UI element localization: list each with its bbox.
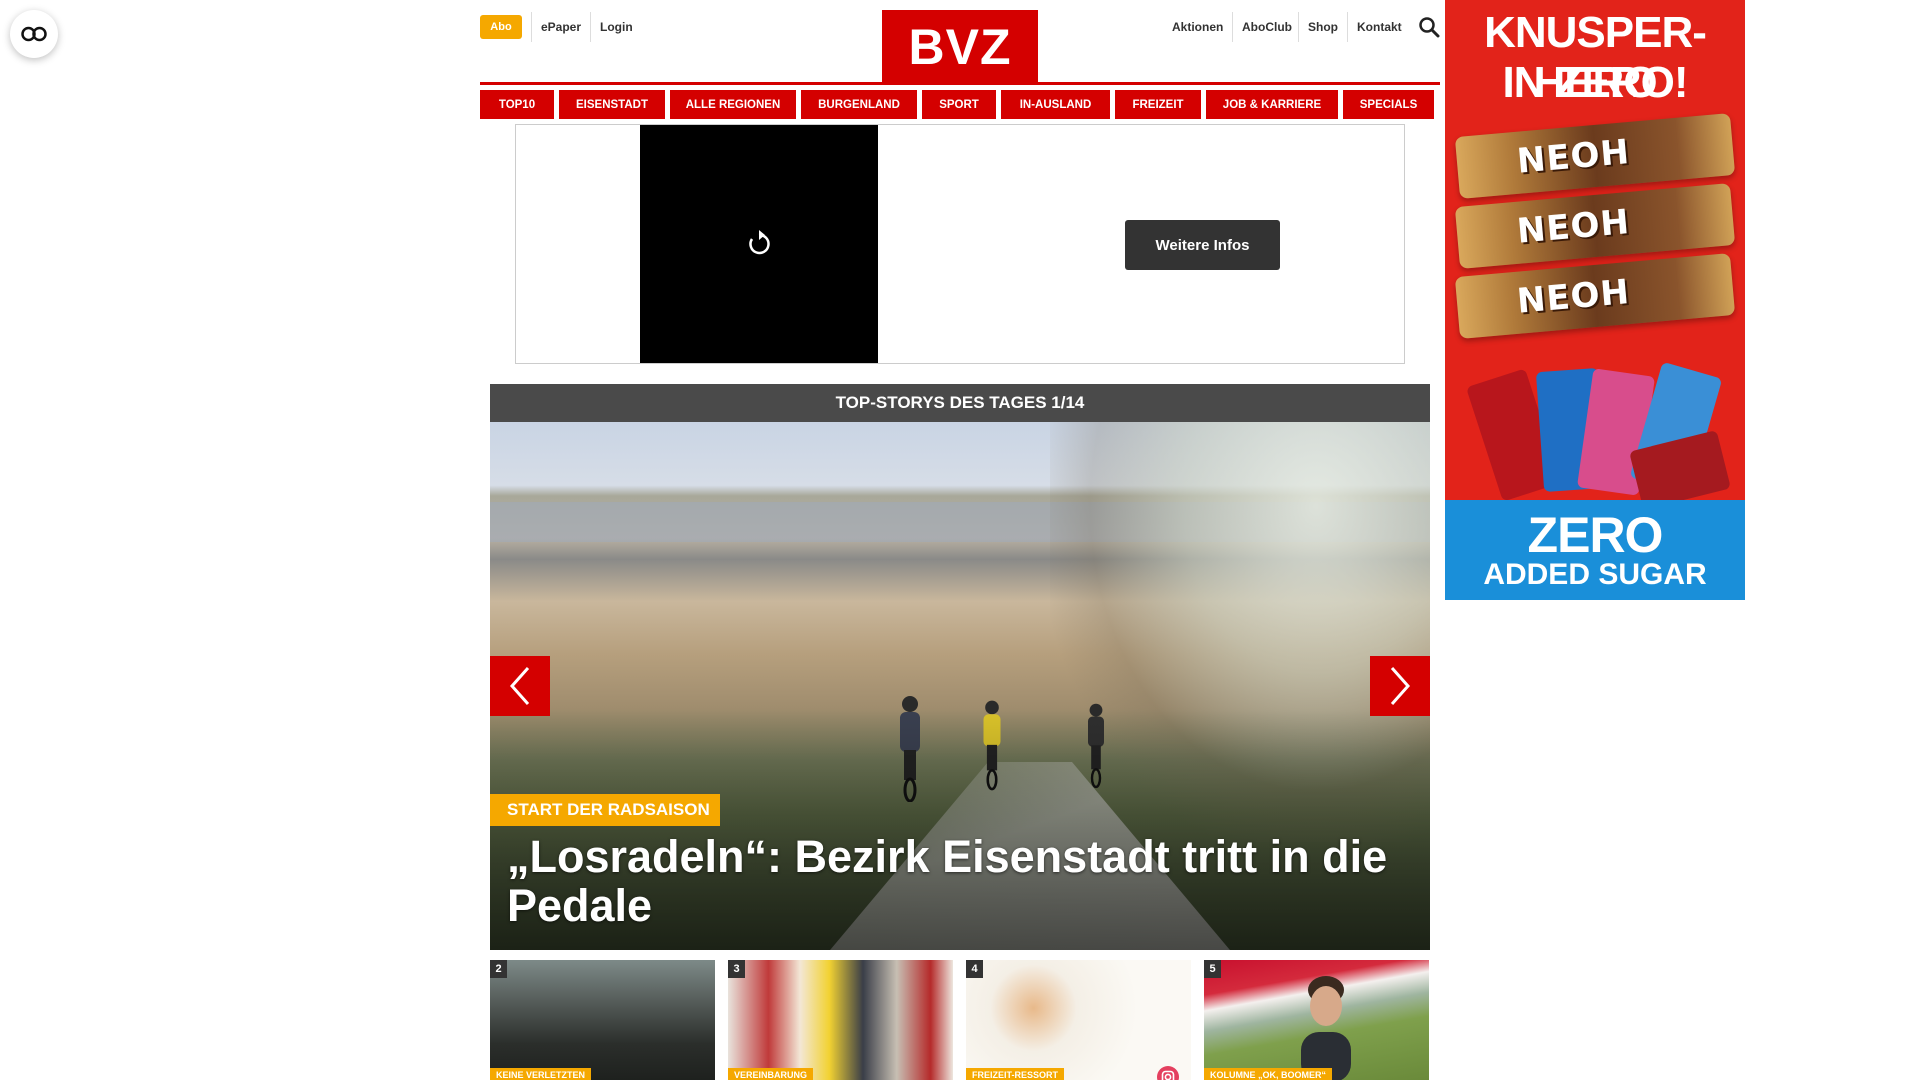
chevron-right-icon <box>1390 667 1411 705</box>
story-tag: KEINE VERLETZTEN <box>490 1068 592 1080</box>
login-link[interactable]: Login <box>600 15 633 39</box>
story-thumbnail[interactable]: 3 VEREINBARUNG <box>728 960 953 1080</box>
nav-item-in-ausland[interactable]: IN-AUSLAND <box>1001 90 1110 119</box>
accessibility-button[interactable] <box>10 10 58 58</box>
divider <box>1232 12 1233 42</box>
ad-product-name: NEOH <box>1515 272 1632 322</box>
ad-product-bar: NEOH <box>1454 253 1736 339</box>
story-thumbnail[interactable]: 2 KEINE VERLETZTEN <box>490 960 715 1080</box>
search-icon <box>1419 17 1440 38</box>
nav-item-top10[interactable]: TOP10 <box>480 90 554 119</box>
person-portrait <box>1301 976 1351 1080</box>
hero-kicker: START DER RADSAISON <box>490 794 720 826</box>
ad-headline: IN ZERO! <box>1502 58 1688 107</box>
story-number: 3 <box>728 960 745 978</box>
kontakt-link[interactable]: Kontakt <box>1357 15 1402 39</box>
hero-story[interactable]: START DER RADSAISON „Losradeln“: Bezirk … <box>490 422 1430 950</box>
story-tag: VEREINBARUNG <box>728 1068 814 1080</box>
hero-headline[interactable]: „Losradeln“: Bezirk Eisenstadt tritt in … <box>507 832 1407 930</box>
ad-product-name: NEOH <box>1515 132 1632 182</box>
search-button[interactable] <box>1418 16 1442 40</box>
story-number: 5 <box>1204 960 1221 978</box>
divider <box>590 12 591 42</box>
header-rule <box>480 82 1440 85</box>
instagram-icon <box>1157 1066 1179 1080</box>
ad-video-player[interactable] <box>640 125 878 363</box>
nav-item-alle-regionen[interactable]: ALLE REGIONEN <box>670 90 796 119</box>
abo-button[interactable]: Abo <box>480 15 522 39</box>
epaper-link[interactable]: ePaper <box>541 15 581 39</box>
ad-zero-subtext: ADDED SUGAR <box>1483 558 1707 591</box>
nav-item-job-karriere[interactable]: JOB & KARRIERE <box>1206 90 1338 119</box>
carousel-prev-button[interactable] <box>490 656 550 716</box>
bvz-logo[interactable]: BVZ <box>882 10 1038 84</box>
divider <box>531 12 532 42</box>
chevron-left-icon <box>509 667 530 705</box>
story-number: 4 <box>966 960 983 978</box>
carousel-next-button[interactable] <box>1370 656 1430 716</box>
nav-item-sport[interactable]: SPORT <box>922 90 996 119</box>
nav-item-burgenland[interactable]: BURGENLAND <box>801 90 917 119</box>
shop-link[interactable]: Shop <box>1308 15 1338 39</box>
nav-item-freizeit[interactable]: FREIZEIT <box>1115 90 1201 119</box>
video-ad: Weitere Infos <box>515 124 1405 364</box>
ad-zero-panel: ZERO ADDED SUGAR <box>1445 500 1745 600</box>
ad-product-name: NEOH <box>1515 202 1632 252</box>
nav-item-specials[interactable]: SPECIALS <box>1343 90 1434 119</box>
story-thumbnail[interactable]: 5 KOLUMNE „OK, BOOMER“ <box>1204 960 1429 1080</box>
nav-item-eisenstadt[interactable]: EISENSTADT <box>559 90 665 119</box>
aktionen-link[interactable]: Aktionen <box>1172 15 1223 39</box>
aboclub-link[interactable]: AboClub <box>1242 15 1292 39</box>
story-tag: KOLUMNE „OK, BOOMER“ <box>1204 1068 1332 1080</box>
story-thumbnail[interactable]: 4 FREIZEIT-RESSORT <box>966 960 1191 1080</box>
replay-icon[interactable] <box>744 229 774 259</box>
ad-more-info-button[interactable]: Weitere Infos <box>1125 220 1280 270</box>
divider <box>1347 12 1348 42</box>
ad-zero-text: ZERO <box>1527 507 1664 563</box>
story-number: 2 <box>490 960 507 978</box>
story-tag: FREIZEIT-RESSORT <box>966 1068 1065 1080</box>
sidebar-ad[interactable]: KNUSPER-HERO IN ZERO! NEOH NEOH NEOH ZER… <box>1445 0 1745 600</box>
accessibility-icon <box>21 26 47 42</box>
top-stories-header: TOP-STORYS DES TAGES 1/14 <box>490 384 1430 422</box>
main-nav: TOP10 EISENSTADT ALLE REGIONEN BURGENLAN… <box>480 90 1434 119</box>
divider <box>1298 12 1299 42</box>
